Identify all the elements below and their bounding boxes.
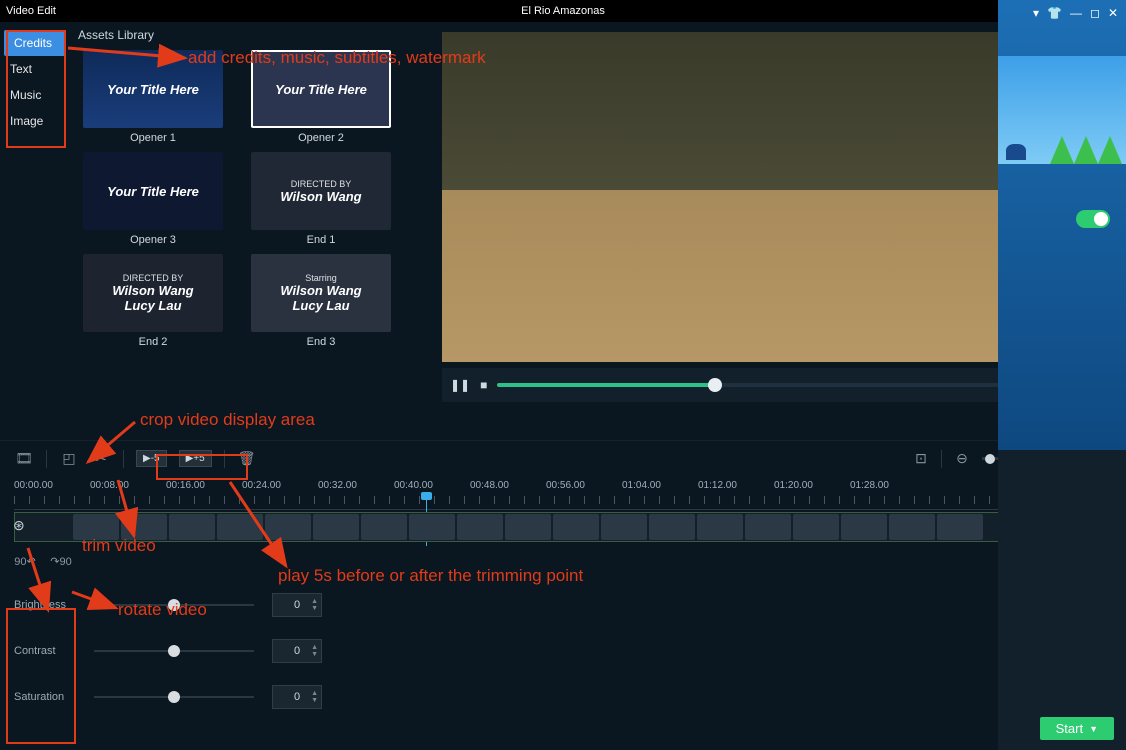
time-label: 00:56.00 <box>546 480 622 496</box>
start-dropdown-icon[interactable]: ▼ <box>1089 724 1098 734</box>
bg-minimize-icon[interactable]: — <box>1070 6 1082 20</box>
tab-text[interactable]: Text <box>0 56 70 82</box>
reel-icon: ⊛ <box>13 517 33 537</box>
fit-icon[interactable]: ⊡ <box>911 449 931 469</box>
asset-end-2[interactable]: DIRECTED BYWilson WangLucy Lau End 2 <box>78 254 228 348</box>
time-label: 00:08.00 <box>90 480 166 496</box>
time-ruler[interactable]: 00:00.0000:08.0000:16.0000:24.0000:32.00… <box>14 480 1112 496</box>
timeline-toolbar: 🎞 ◰ ✂ ▶-5 ▶+5 🗑 ⊡ ⊖ ⊕ <box>0 440 1126 476</box>
assets-panel: Assets Library Your Title Here Opener 1 … <box>70 22 410 440</box>
saturation-value[interactable]: 0▲▼ <box>272 685 322 709</box>
video-preview[interactable] <box>442 32 1094 362</box>
contrast-value[interactable]: 0▲▼ <box>272 639 322 663</box>
film-icon[interactable]: 🎞 <box>14 449 34 469</box>
time-label: 00:24.00 <box>242 480 318 496</box>
pause-button[interactable]: ❚❚ <box>450 378 470 392</box>
toggle-switch[interactable] <box>1076 210 1110 228</box>
slider-label: Contrast <box>14 645 76 657</box>
start-button[interactable]: Start▼ <box>1040 717 1114 740</box>
saturation-slider[interactable] <box>94 696 254 698</box>
time-label: 00:00.00 <box>14 480 90 496</box>
crop-icon[interactable]: ◰ <box>59 449 79 469</box>
asset-end-3[interactable]: StarringWilson WangLucy Lau End 3 <box>246 254 396 348</box>
asset-end-1[interactable]: DIRECTED BYWilson Wang End 1 <box>246 152 396 246</box>
play-controls: ❚❚ ■ 🔊 ⛶ <box>442 368 1094 402</box>
document-title: El Rio Amazonas <box>521 5 605 17</box>
background-app-panel: ▾ 👕 — ◻ ✕ Start▼ <box>998 0 1126 750</box>
trim-icon[interactable]: ✂ <box>91 449 111 469</box>
skip-forward-5s[interactable]: ▶+5 <box>179 450 212 467</box>
tab-image[interactable]: Image <box>0 108 70 134</box>
assets-header: Assets Library <box>78 28 410 42</box>
time-label: 01:20.00 <box>774 480 850 496</box>
bg-maximize-icon[interactable]: ◻ <box>1090 6 1100 20</box>
slider-row-contrast: Contrast 0▲▼ <box>14 628 1112 674</box>
time-label: 00:16.00 <box>166 480 242 496</box>
video-time: 00:37.00 / 01:37.00 <box>420 422 1094 434</box>
rotate-right-button[interactable]: ↷90 <box>50 550 72 572</box>
seek-bar[interactable] <box>497 383 1042 387</box>
titlebar: Video Edit El Rio Amazonas — ◻ ✕ <box>0 0 1126 22</box>
tab-music[interactable]: Music <box>0 82 70 108</box>
tab-credits[interactable]: Credits <box>4 30 66 56</box>
video-resolution: 320*240 <box>420 406 1094 418</box>
brightness-value[interactable]: 0▲▼ <box>272 593 322 617</box>
skip-back-5s[interactable]: ▶-5 <box>136 450 167 467</box>
adjust-panel: 90↶ ↷90 Brightness0▲▼Contrast0▲▼Saturati… <box>0 542 1126 728</box>
contrast-slider[interactable] <box>94 650 254 652</box>
app-title: Video Edit <box>6 5 56 17</box>
time-label: 01:04.00 <box>622 480 698 496</box>
brightness-slider[interactable] <box>94 604 254 606</box>
asset-opener-1[interactable]: Your Title Here Opener 1 <box>78 50 228 144</box>
bg-close-icon[interactable]: ✕ <box>1108 6 1118 20</box>
time-label: 00:40.00 <box>394 480 470 496</box>
video-track[interactable]: ⊛ <box>14 512 1112 542</box>
slider-row-saturation: Saturation 0▲▼ <box>14 674 1112 720</box>
slider-label: Brightness <box>14 599 76 611</box>
tick-row[interactable] <box>14 496 1112 510</box>
time-label: 01:12.00 <box>698 480 774 496</box>
zoom-out-icon[interactable]: ⊖ <box>952 449 972 469</box>
asset-opener-3[interactable]: Your Title Here Opener 3 <box>78 152 228 246</box>
asset-opener-2[interactable]: Your Title Here Opener 2 <box>246 50 396 144</box>
bg-skin-icon[interactable]: 👕 <box>1047 6 1062 20</box>
stop-button[interactable]: ■ <box>480 378 487 392</box>
time-label: 00:32.00 <box>318 480 394 496</box>
timeline: 00:00.0000:08.0000:16.0000:24.0000:32.00… <box>0 476 1126 542</box>
slider-row-brightness: Brightness 0▲▼ <box>14 582 1112 628</box>
side-tabs: Credits Text Music Image <box>0 22 70 440</box>
bg-pin-icon[interactable]: ▾ <box>1033 6 1039 20</box>
time-label: 01:28.00 <box>850 480 926 496</box>
rotate-left-button[interactable]: 90↶ <box>14 550 36 572</box>
delete-icon[interactable]: 🗑 <box>237 449 257 469</box>
time-label: 00:48.00 <box>470 480 546 496</box>
slider-label: Saturation <box>14 691 76 703</box>
